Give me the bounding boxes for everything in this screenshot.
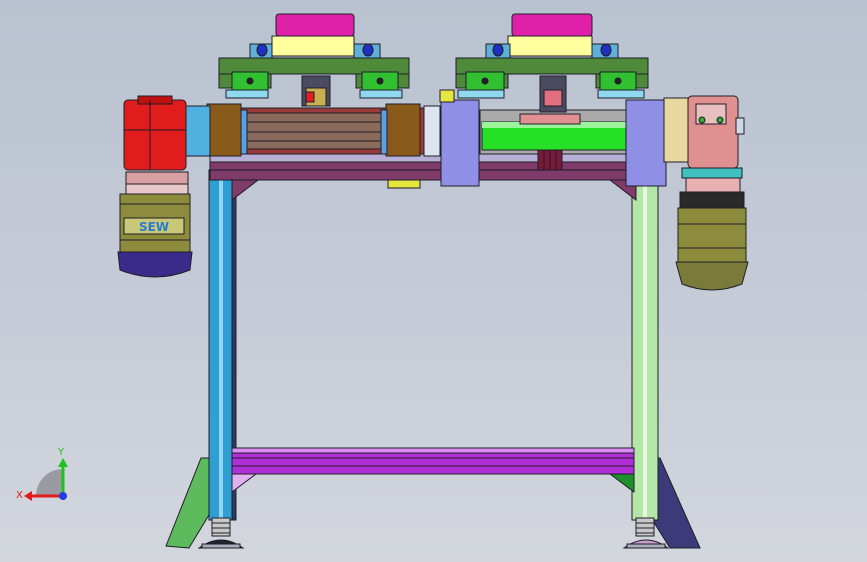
triad-z-axis xyxy=(59,492,67,500)
cad-3d-viewport[interactable]: SEW X Y xyxy=(0,0,867,562)
triad-x-label: X xyxy=(16,490,23,501)
top-frame[interactable] xyxy=(209,151,666,202)
left-gripper-assembly[interactable] xyxy=(218,13,410,107)
right-gripper-assembly[interactable] xyxy=(439,13,649,113)
triad-y-label: Y xyxy=(57,447,65,458)
left-gear-motor[interactable]: SEW xyxy=(117,95,211,278)
bottom-cross-beam[interactable] xyxy=(231,447,635,493)
assembly-model[interactable]: SEW X Y xyxy=(0,0,867,562)
orientation-triad: X Y xyxy=(16,447,68,501)
motor-brand-label: SEW xyxy=(139,220,169,234)
